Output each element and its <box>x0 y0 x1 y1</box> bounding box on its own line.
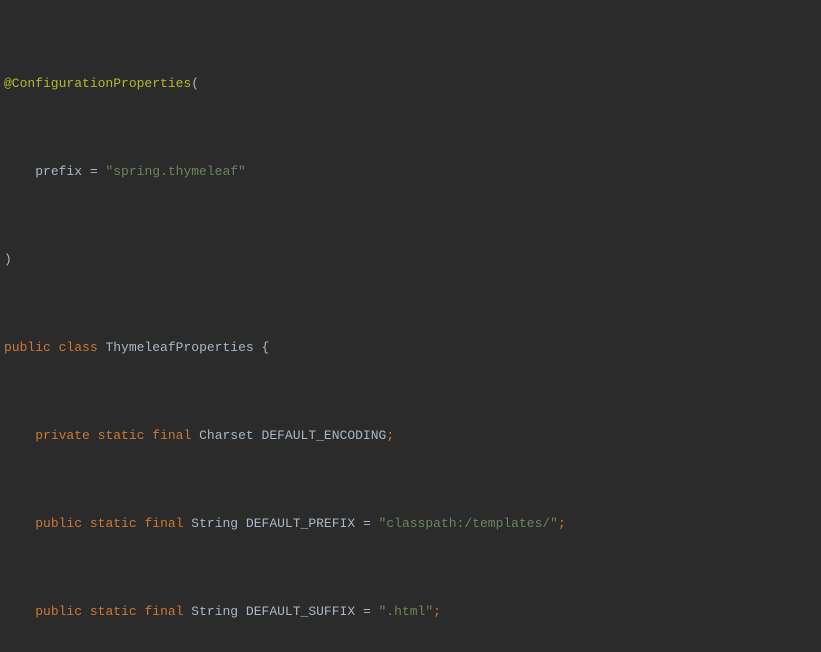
code-lines: @ConfigurationProperties( prefix = "spri… <box>0 7 821 652</box>
code-line[interactable]: public class ThymeleafProperties { <box>0 337 821 359</box>
code-line[interactable]: private static final Charset DEFAULT_ENC… <box>0 425 821 447</box>
code-line[interactable]: ) <box>0 249 821 271</box>
code-line[interactable]: public static final String DEFAULT_PREFI… <box>0 513 821 535</box>
code-line[interactable]: prefix = "spring.thymeleaf" <box>0 161 821 183</box>
code-editor[interactable]: @ConfigurationProperties( prefix = "spri… <box>0 0 821 652</box>
code-line[interactable]: public static final String DEFAULT_SUFFI… <box>0 601 821 623</box>
code-line[interactable]: @ConfigurationProperties( <box>0 73 821 95</box>
